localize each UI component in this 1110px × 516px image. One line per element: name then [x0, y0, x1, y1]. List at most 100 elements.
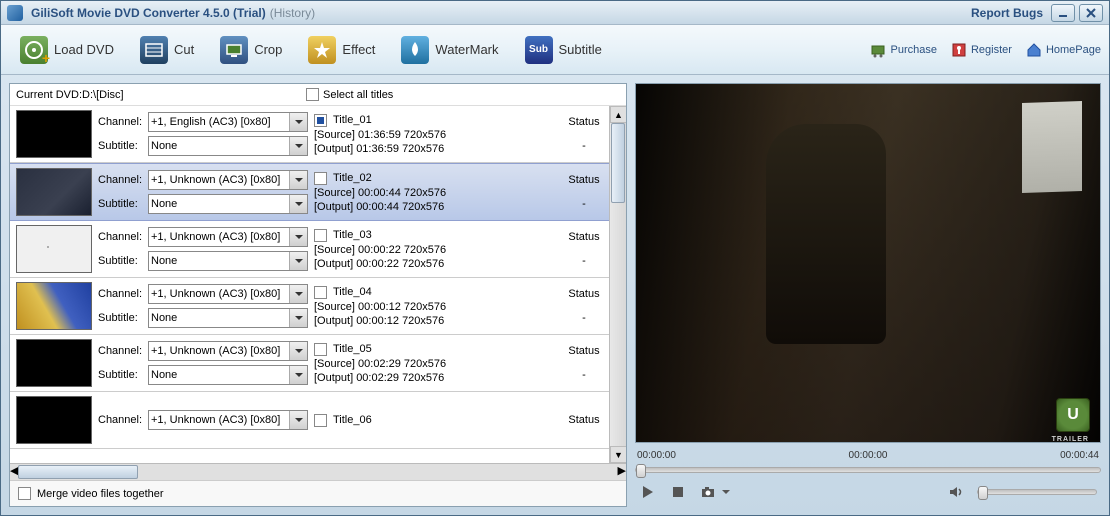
volume-icon[interactable]: [947, 483, 965, 501]
chevron-down-icon[interactable]: [289, 252, 307, 270]
channel-value: +1, English (AC3) [0x80]: [151, 116, 305, 128]
chevron-down-icon[interactable]: [289, 309, 307, 327]
title-row[interactable]: Channel:+1, Unknown (AC3) [0x80]Subtitle…: [10, 335, 609, 392]
channel-dropdown[interactable]: +1, English (AC3) [0x80]: [148, 112, 308, 132]
channel-dropdown[interactable]: +1, Unknown (AC3) [0x80]: [148, 341, 308, 361]
select-all-checkbox[interactable]: [306, 88, 319, 101]
volume-knob[interactable]: [978, 486, 988, 500]
output-info: [Output] 01:36:59 720x576: [314, 143, 553, 155]
scroll-down-arrow[interactable]: ▼: [610, 446, 626, 463]
title-name: Title_04: [333, 286, 372, 298]
title-row[interactable]: Channel:+1, Unknown (AC3) [0x80]Subtitle…: [10, 163, 609, 221]
load-dvd-button[interactable]: Load DVD: [9, 31, 125, 69]
watermark-label: WaterMark: [435, 42, 498, 57]
channel-dropdown[interactable]: +1, Unknown (AC3) [0x80]: [148, 227, 308, 247]
minimize-button[interactable]: [1051, 4, 1075, 22]
subtitle-dropdown[interactable]: None: [148, 194, 308, 214]
subtitle-dropdown[interactable]: None: [148, 365, 308, 385]
title-thumbnail: [16, 282, 92, 330]
status-header: Status: [565, 116, 603, 128]
subtitle-value: None: [151, 140, 305, 152]
channel-dropdown[interactable]: +1, Unknown (AC3) [0x80]: [148, 170, 308, 190]
crop-button[interactable]: Crop: [209, 31, 293, 69]
status-value: -: [565, 255, 603, 267]
play-button[interactable]: [639, 483, 657, 501]
channel-label: Channel:: [98, 231, 144, 243]
chevron-down-icon[interactable]: [289, 195, 307, 213]
subtitle-label: Subtitle:: [98, 312, 144, 324]
status-header: Status: [565, 231, 603, 243]
volume-slider[interactable]: [977, 489, 1097, 495]
title-checkbox[interactable]: [314, 114, 327, 127]
subtitle-value: None: [151, 255, 305, 267]
seek-slider[interactable]: [635, 467, 1101, 473]
status-header: Status: [565, 288, 603, 300]
title-checkbox[interactable]: [314, 172, 327, 185]
rating-badge-icon: U TRAILER: [1056, 398, 1090, 432]
home-icon: [1026, 42, 1042, 58]
title-thumbnail: [16, 396, 92, 444]
load-dvd-label: Load DVD: [54, 42, 114, 57]
channel-dropdown[interactable]: +1, Unknown (AC3) [0x80]: [148, 410, 308, 430]
output-info: [Output] 00:00:44 720x576: [314, 201, 553, 213]
channel-value: +1, Unknown (AC3) [0x80]: [151, 345, 305, 357]
subtitle-button[interactable]: Sub Subtitle: [514, 31, 613, 69]
register-link[interactable]: Register: [951, 42, 1012, 58]
subtitle-value: None: [151, 198, 305, 210]
scroll-thumb[interactable]: [611, 123, 625, 203]
chevron-down-icon[interactable]: [289, 228, 307, 246]
title-checkbox[interactable]: [314, 229, 327, 242]
report-bugs-link[interactable]: Report Bugs: [971, 6, 1043, 20]
chevron-down-icon[interactable]: [289, 285, 307, 303]
channel-value: +1, Unknown (AC3) [0x80]: [151, 288, 305, 300]
title-row[interactable]: Channel:+1, Unknown (AC3) [0x80]Subtitle…: [10, 221, 609, 278]
chevron-down-icon[interactable]: [289, 342, 307, 360]
chevron-down-icon[interactable]: [289, 366, 307, 384]
purchase-link[interactable]: Purchase: [871, 42, 937, 58]
title-row[interactable]: Channel:+1, English (AC3) [0x80]Subtitle…: [10, 106, 609, 163]
title-name: Title_05: [333, 343, 372, 355]
subtitle-value: None: [151, 369, 305, 381]
subtitle-label: Subtitle: [559, 42, 602, 57]
snapshot-dropdown-icon[interactable]: [721, 483, 731, 501]
horizontal-scrollbar[interactable]: ◀ ▶: [10, 463, 626, 480]
channel-dropdown[interactable]: +1, Unknown (AC3) [0x80]: [148, 284, 308, 304]
homepage-link[interactable]: HomePage: [1026, 42, 1101, 58]
title-row[interactable]: Channel:+1, Unknown (AC3) [0x80]Subtitle…: [10, 278, 609, 335]
subtitle-dropdown[interactable]: None: [148, 136, 308, 156]
history-label[interactable]: (History): [270, 6, 315, 20]
chevron-down-icon[interactable]: [289, 113, 307, 131]
title-name: Title_01: [333, 114, 372, 126]
scroll-right-arrow[interactable]: ▶: [618, 464, 626, 480]
scroll-up-arrow[interactable]: ▲: [610, 106, 626, 123]
status-value: -: [565, 312, 603, 324]
title-row[interactable]: Channel:+1, Unknown (AC3) [0x80]Title_06…: [10, 392, 609, 449]
snapshot-button[interactable]: [699, 483, 717, 501]
effect-button[interactable]: Effect: [297, 31, 386, 69]
seek-knob[interactable]: [636, 464, 646, 478]
scroll-left-arrow[interactable]: ◀: [10, 464, 18, 480]
disc-add-icon: [20, 36, 48, 64]
title-checkbox[interactable]: [314, 414, 327, 427]
cut-button[interactable]: Cut: [129, 31, 205, 69]
subtitle-dropdown[interactable]: None: [148, 251, 308, 271]
chevron-down-icon[interactable]: [289, 411, 307, 429]
video-preview[interactable]: U TRAILER: [635, 83, 1101, 443]
merge-checkbox[interactable]: [18, 487, 31, 500]
subtitle-dropdown[interactable]: None: [148, 308, 308, 328]
channel-label: Channel:: [98, 116, 144, 128]
stop-button[interactable]: [669, 483, 687, 501]
cut-label: Cut: [174, 42, 194, 57]
title-checkbox[interactable]: [314, 286, 327, 299]
close-button[interactable]: [1079, 4, 1103, 22]
subtitle-value: None: [151, 312, 305, 324]
chevron-down-icon[interactable]: [289, 171, 307, 189]
output-info: [Output] 00:00:22 720x576: [314, 258, 553, 270]
title-name: Title_03: [333, 229, 372, 241]
vertical-scrollbar[interactable]: ▲ ▼: [609, 106, 626, 463]
chevron-down-icon[interactable]: [289, 137, 307, 155]
title-thumbnail: [16, 110, 92, 158]
hscroll-thumb[interactable]: [18, 465, 138, 479]
watermark-button[interactable]: WaterMark: [390, 31, 509, 69]
title-checkbox[interactable]: [314, 343, 327, 356]
